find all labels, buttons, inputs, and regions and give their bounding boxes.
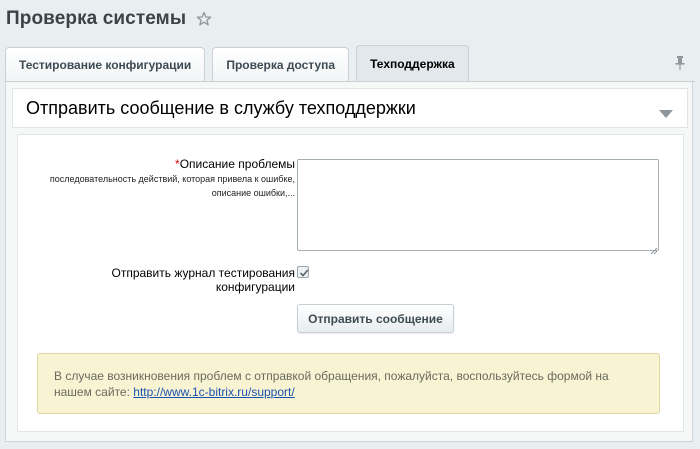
title-bar: Проверка системы (6, 6, 212, 32)
send-message-button[interactable]: Отправить сообщение (297, 304, 454, 333)
star-outline-icon[interactable] (196, 11, 212, 27)
tab-bar: Тестирование конфигурации Проверка досту… (5, 45, 469, 81)
pin-icon[interactable] (674, 55, 686, 71)
tab-label: Проверка доступа (226, 57, 336, 72)
tab-label: Техподдержка (370, 56, 455, 71)
problem-field-hint: последовательность действий, которая при… (49, 174, 295, 198)
tab-label: Тестирование конфигурации (19, 57, 192, 72)
section-title: Отправить сообщение в службу техподдержк… (26, 97, 416, 118)
support-form: *Описание проблемы последовательность де… (17, 134, 684, 432)
tab-config-testing[interactable]: Тестирование конфигурации (5, 47, 206, 81)
resize-grip-icon[interactable] (650, 242, 658, 255)
problem-field-label: *Описание проблемы (35, 157, 295, 171)
section-header[interactable]: Отправить сообщение в службу техподдержк… (12, 88, 688, 128)
send-log-checkbox[interactable] (297, 266, 309, 278)
tab-access-check[interactable]: Проверка доступа (212, 47, 350, 81)
tab-support[interactable]: Техподдержка (356, 45, 469, 81)
problem-label-text: Описание проблемы (179, 157, 295, 171)
checkmark-icon (299, 269, 309, 277)
tab-panel-support: Отправить сообщение в службу техподдержк… (5, 82, 693, 442)
support-link[interactable]: http://www.1c-bitrix.ru/support/ (133, 385, 294, 399)
triangle-down-icon[interactable] (659, 105, 673, 118)
page-title: Проверка системы (6, 8, 187, 29)
send-log-label: Отправить журнал тестирования конфигурац… (111, 266, 296, 294)
problem-description-input[interactable] (297, 159, 659, 251)
support-notice: В случае возникновения проблем с отправк… (37, 353, 660, 414)
